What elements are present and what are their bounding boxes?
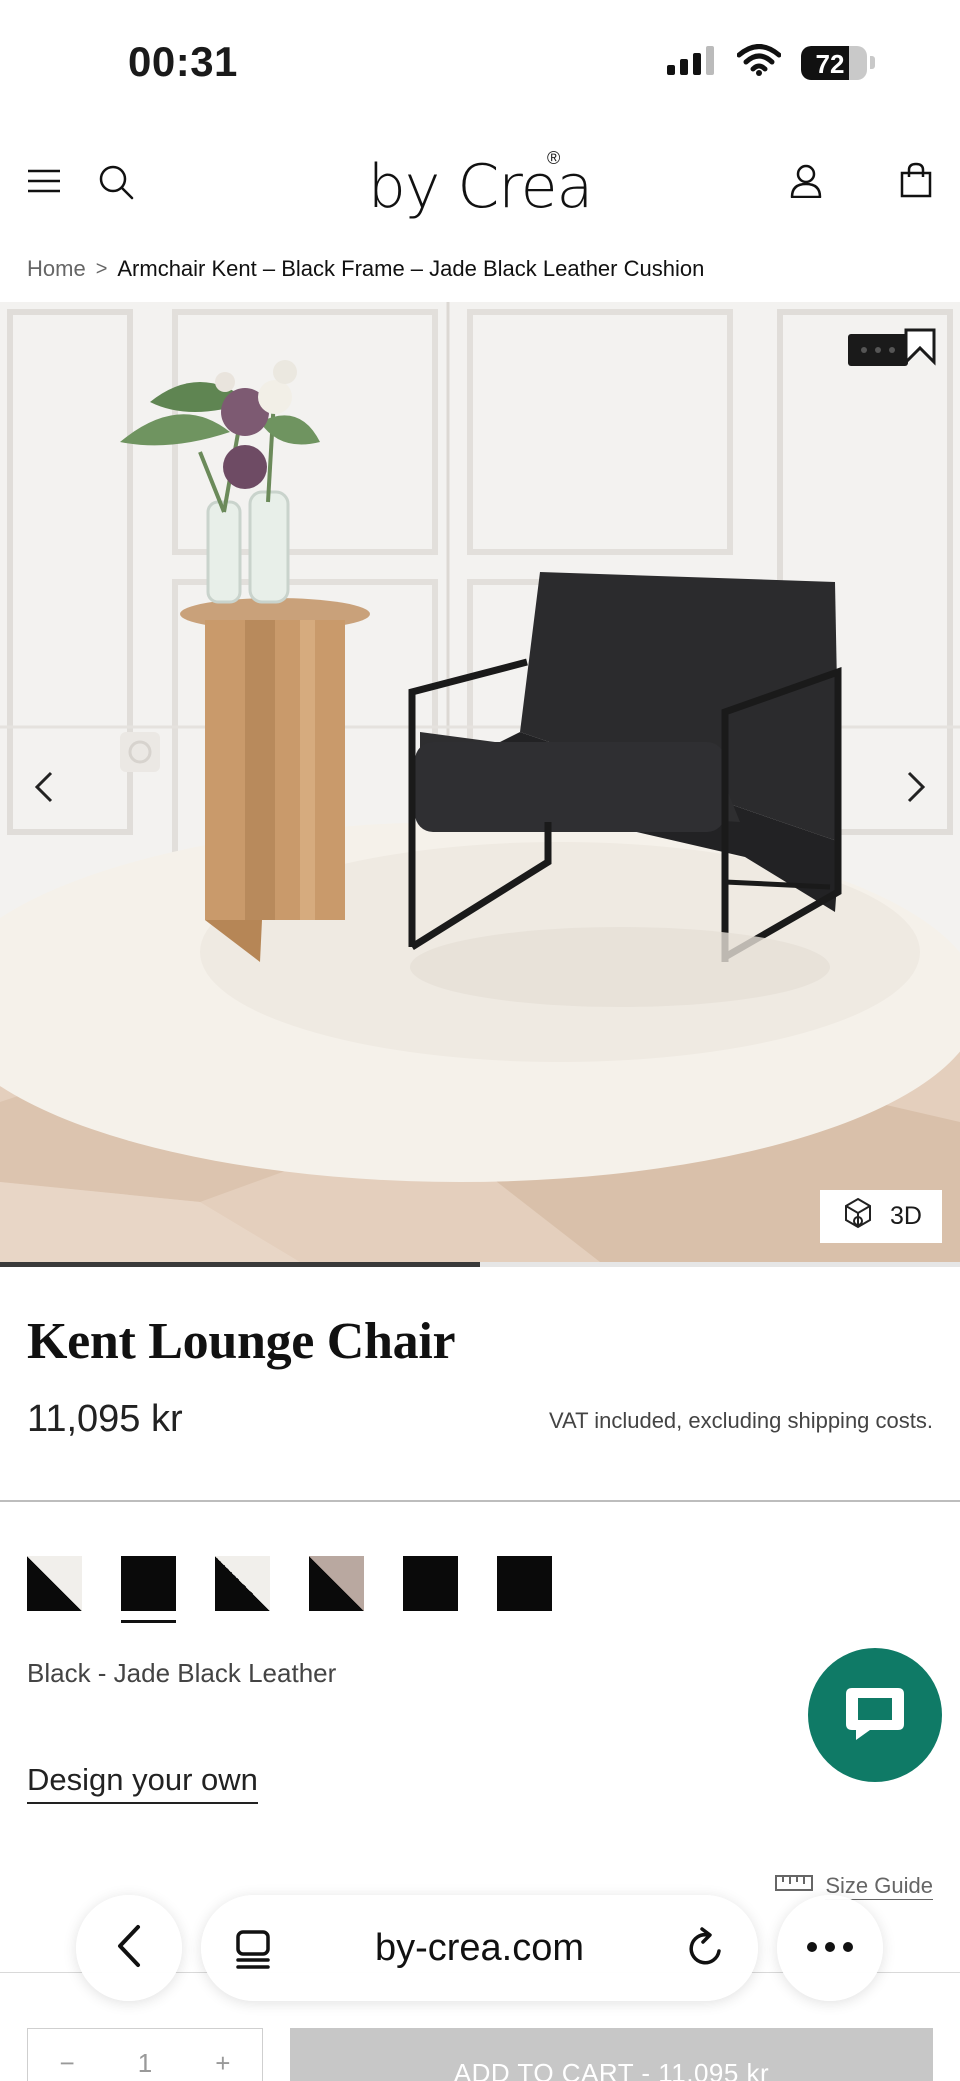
chat-bubble-icon xyxy=(842,1682,908,1749)
swatch-taupe-black-diagonal[interactable] xyxy=(309,1556,364,1611)
account-icon[interactable] xyxy=(790,164,822,198)
battery-level: 72 xyxy=(815,48,845,79)
site-header: by Crea xyxy=(0,130,960,240)
swatch-black-3[interactable] xyxy=(497,1556,552,1611)
quantity-stepper[interactable]: − 1 + xyxy=(27,2028,263,2081)
product-image[interactable] xyxy=(0,302,960,1262)
swatch-fill xyxy=(121,1556,176,1611)
selected-variant-name: Black - Jade Black Leather xyxy=(27,1658,337,1688)
add-to-cart-button[interactable]: ADD TO CART - 11,095 kr xyxy=(290,2028,933,2081)
wifi-icon xyxy=(736,44,782,81)
battery-tip xyxy=(870,56,875,69)
swatch-selected-indicator xyxy=(121,1620,176,1623)
cart-bag-icon[interactable] xyxy=(900,162,932,198)
product-price: 11,095 kr xyxy=(27,1398,183,1440)
breadcrumb: Home > Armchair Kent – Black Frame – Jad… xyxy=(27,256,704,282)
design-your-own-link[interactable]: Design your own xyxy=(27,1762,258,1804)
status-icons: 72 xyxy=(667,44,875,81)
swatch-black[interactable] xyxy=(121,1556,176,1623)
browser-toolbar: by-crea.com xyxy=(0,1895,960,2010)
back-chevron-icon xyxy=(116,1924,142,1973)
swatch-fill xyxy=(497,1556,552,1611)
swatch-fill xyxy=(215,1556,270,1611)
gallery-next-arrow-icon[interactable] xyxy=(905,770,927,804)
swatch-fill xyxy=(403,1556,458,1611)
cellular-signal-icon xyxy=(667,45,717,80)
gallery-progress xyxy=(0,1262,960,1267)
reload-icon[interactable] xyxy=(686,1927,726,1974)
registered-mark: ® xyxy=(547,148,561,168)
breadcrumb-separator: > xyxy=(95,257,108,280)
ar-view-icon[interactable] xyxy=(848,328,936,368)
swatch-white-black-diagonal-2[interactable] xyxy=(215,1556,270,1611)
qty-minus-button[interactable]: − xyxy=(60,2048,75,2079)
battery-icon: 72 xyxy=(801,45,867,80)
swatch-fill xyxy=(27,1556,82,1611)
gallery-prev-arrow-icon[interactable] xyxy=(33,770,55,804)
swatch-white-black-diagonal[interactable] xyxy=(27,1556,82,1611)
cube-3d-icon xyxy=(840,1195,876,1238)
vat-note: VAT included, excluding shipping costs. xyxy=(548,1408,933,1433)
qty-value: 1 xyxy=(137,2047,153,2078)
chat-button[interactable] xyxy=(808,1648,942,1782)
breadcrumb-home[interactable]: Home xyxy=(27,256,86,282)
browser-back-button[interactable] xyxy=(76,1895,182,2001)
browser-url: by-crea.com xyxy=(374,1927,585,1969)
more-dots-icon xyxy=(807,1939,853,1957)
status-bar: 00:31 72 xyxy=(0,0,960,130)
browser-address-bar[interactable]: by-crea.com xyxy=(201,1895,758,2001)
breadcrumb-current: Armchair Kent – Black Frame – Jade Black… xyxy=(117,256,705,281)
status-time: 00:31 xyxy=(128,38,238,85)
product-title: Kent Lounge Chair xyxy=(27,1313,456,1370)
browser-more-button[interactable] xyxy=(777,1895,883,2001)
gallery-progress-fill xyxy=(0,1262,480,1267)
qty-plus-button[interactable]: + xyxy=(215,2048,230,2079)
view-3d-label: 3D xyxy=(890,1202,922,1230)
view-3d-button[interactable]: 3D xyxy=(820,1190,942,1243)
swatch-fill xyxy=(309,1556,364,1611)
color-swatches xyxy=(27,1556,552,1623)
swatch-black-2[interactable] xyxy=(403,1556,458,1611)
section-divider xyxy=(0,1500,960,1502)
